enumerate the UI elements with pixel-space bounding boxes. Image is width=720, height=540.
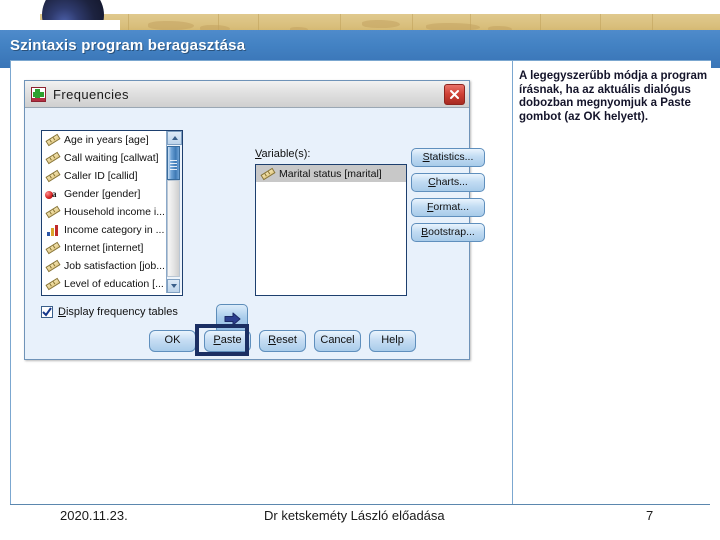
dialog-title: Frequencies — [53, 86, 129, 102]
footer-date: 2020.11.23. — [60, 508, 128, 523]
list-item[interactable]: Call waiting [callwat] — [42, 149, 182, 167]
page-title: Szintaxis program beragasztása — [10, 36, 246, 54]
list-item[interactable]: Internet [internet] — [42, 239, 182, 257]
check-icon — [42, 307, 52, 317]
variable-label: Level of education [... — [64, 278, 164, 290]
slide-title-bar: Szintaxis program beragasztása — [0, 30, 720, 60]
vertical-divider — [512, 60, 513, 504]
list-item[interactable]: Marital status [marital] — [256, 165, 406, 182]
target-list-label: Variable(s): — [255, 148, 310, 160]
ordinal-bars-icon — [45, 223, 61, 237]
variable-label: Marital status [marital] — [279, 167, 382, 180]
dialog-title-bar[interactable]: Frequencies — [25, 81, 469, 108]
scale-ruler-icon — [258, 163, 279, 183]
list-item[interactable]: Income category in ... — [42, 221, 182, 239]
variable-label: Income category in ... — [64, 224, 165, 236]
scale-ruler-icon — [43, 274, 64, 294]
statistics-button-rest: tatistics... — [429, 151, 474, 163]
variable-label: Gender [gender] — [64, 188, 141, 200]
paste-button-highlight — [195, 324, 249, 356]
scale-ruler-icon — [43, 131, 64, 150]
nominal-icon: a — [45, 187, 61, 201]
frequencies-dialog: Frequencies Age in years [age] Call wait… — [24, 80, 485, 360]
list-scrollbar[interactable] — [166, 131, 182, 293]
scrollbar-track[interactable] — [167, 180, 180, 277]
scale-ruler-icon — [43, 202, 64, 222]
footer-page-number: 7 — [646, 508, 654, 523]
checkbox-box[interactable] — [41, 306, 53, 318]
close-icon[interactable] — [444, 84, 465, 105]
scroll-down-icon[interactable] — [167, 279, 180, 293]
help-button[interactable]: Help — [369, 330, 416, 352]
charts-button[interactable]: Charts... — [411, 173, 485, 192]
source-variable-list[interactable]: Age in years [age] Call waiting [callwat… — [41, 130, 183, 296]
variable-label: Call waiting [callwat] — [64, 152, 159, 164]
target-variable-list[interactable]: Marital status [marital] — [255, 164, 407, 296]
dialog-side-buttons: Statistics... Charts... Format... Bootst… — [411, 148, 485, 248]
bootstrap-button-rest: ootstrap... — [428, 226, 475, 238]
scale-ruler-icon — [43, 238, 64, 258]
statistics-button[interactable]: Statistics... — [411, 148, 485, 167]
dialog-body: Age in years [age] Call waiting [callwat… — [25, 108, 485, 359]
target-label-rest: ariable(s): — [261, 148, 311, 160]
charts-button-rest: harts... — [435, 176, 468, 188]
variable-label: Age in years [age] — [64, 134, 149, 146]
variable-label: Caller ID [callid] — [64, 170, 138, 182]
list-item[interactable]: a Gender [gender] — [42, 185, 182, 203]
scale-ruler-icon — [43, 166, 64, 186]
horizontal-divider — [10, 504, 710, 505]
reset-button[interactable]: Reset — [259, 330, 306, 352]
slide: Szintaxis program beragasztása A legegys… — [0, 0, 720, 540]
list-item[interactable]: Job satisfaction [job... — [42, 257, 182, 275]
list-item[interactable]: Level of education [... — [42, 275, 182, 293]
list-item[interactable]: Caller ID [callid] — [42, 167, 182, 185]
format-button[interactable]: Format... — [411, 198, 485, 217]
spss-app-icon — [31, 86, 46, 102]
variable-label: Job satisfaction [job... — [64, 260, 165, 272]
checkbox-label: Display frequency tables — [58, 306, 178, 318]
display-frequency-tables-checkbox[interactable]: Display frequency tables — [41, 306, 178, 318]
ok-button[interactable]: OK — [149, 330, 196, 352]
list-item[interactable]: Age in years [age] — [42, 131, 182, 149]
scroll-up-icon[interactable] — [167, 131, 182, 145]
variable-label: Internet [internet] — [64, 242, 144, 254]
format-button-rest: ormat... — [433, 201, 469, 213]
variable-label: Household income i... — [64, 206, 165, 218]
list-item[interactable]: Household income i... — [42, 203, 182, 221]
scrollbar-thumb[interactable] — [167, 146, 180, 180]
bootstrap-button[interactable]: Bootstrap... — [411, 223, 485, 242]
dialog-bottom-buttons: OK Paste Reset Cancel Help — [149, 330, 416, 352]
explanation-note: A legegyszerűbb módja a program írásnak,… — [519, 70, 708, 123]
footer-center-text: Dr ketskeméty László előadása — [264, 508, 445, 523]
scale-ruler-icon — [43, 256, 64, 276]
scale-ruler-icon — [43, 148, 64, 168]
slide-footer: 2020.11.23. Dr ketskeméty László előadás… — [0, 508, 720, 532]
cancel-button[interactable]: Cancel — [314, 330, 361, 352]
